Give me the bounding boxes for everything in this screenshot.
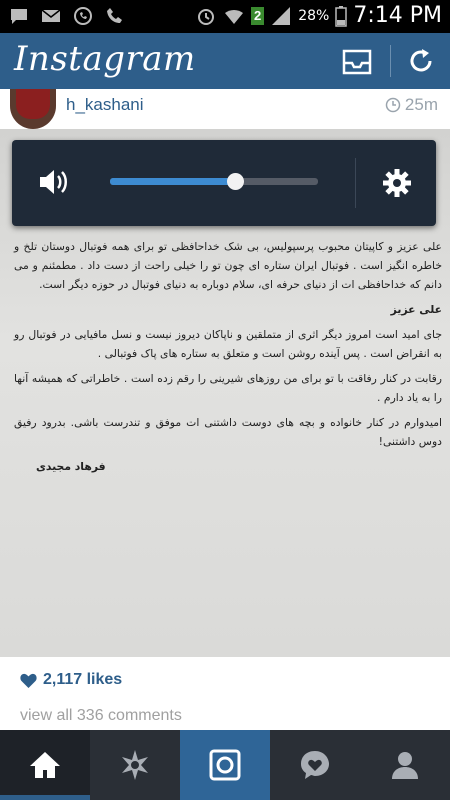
mail-icon xyxy=(41,9,61,22)
view-comments-link[interactable]: view all 336 comments xyxy=(20,707,182,725)
volume-slider-thumb[interactable] xyxy=(226,173,244,190)
post-username[interactable]: h_kashani xyxy=(66,95,144,115)
letter-signature: فرهاد مجیدی xyxy=(36,460,106,473)
nav-camera[interactable] xyxy=(180,730,270,800)
signal-icon xyxy=(272,6,291,25)
letter-paragraph: علی عزیز و کاپیتان محبوب پرسپولیس، بی شک… xyxy=(14,240,442,291)
whatsapp-icon xyxy=(74,7,92,25)
wifi-icon xyxy=(224,9,243,24)
notification-icons xyxy=(8,5,126,27)
letter-paragraph: جای امید است امروز دیگر اثری از متملقین … xyxy=(14,328,442,360)
home-icon xyxy=(30,752,60,778)
letter-heading: علی عزیز xyxy=(390,303,442,316)
volume-slider-fill xyxy=(110,178,235,185)
nav-explore[interactable] xyxy=(90,730,180,800)
clock-time: 7:14 PM xyxy=(353,3,442,28)
battery-percent: 28% xyxy=(298,7,330,24)
refresh-icon[interactable] xyxy=(404,45,438,77)
volume-divider xyxy=(355,158,356,208)
alarm-icon xyxy=(197,8,214,25)
header-divider xyxy=(390,45,391,77)
phone-icon xyxy=(107,8,122,23)
camera-icon xyxy=(209,749,241,781)
app-logo-title: Instagram xyxy=(14,39,196,79)
time-ago: 25m xyxy=(404,95,438,114)
volume-panel xyxy=(12,140,436,226)
likes-row[interactable]: 2,117 likes xyxy=(20,671,122,689)
letter-text: علی عزیز و کاپیتان محبوب پرسپولیس، بی شک… xyxy=(14,237,442,482)
explore-icon xyxy=(122,750,148,780)
system-icons: 2 28% 7:14 PM xyxy=(195,3,442,28)
post-header: h_kashani 25m xyxy=(0,89,450,129)
avatar-image xyxy=(16,89,50,119)
letter-paragraph: امیدوارم در کنار خانواده و بچه های دوست … xyxy=(14,416,442,448)
status-bar: 2 28% 7:14 PM xyxy=(0,0,450,33)
nav-activity[interactable] xyxy=(270,730,360,800)
gear-icon[interactable] xyxy=(382,168,412,198)
clock-icon xyxy=(385,97,401,113)
nav-profile[interactable] xyxy=(360,730,450,800)
battery-icon xyxy=(335,5,348,27)
chat-icon xyxy=(11,9,27,24)
bottom-nav xyxy=(0,730,450,800)
volume-slider[interactable] xyxy=(110,173,318,190)
speaker-icon[interactable] xyxy=(38,168,70,196)
avatar[interactable] xyxy=(10,89,56,129)
sim-badge: 2 xyxy=(250,6,265,25)
heart-icon xyxy=(20,673,37,688)
activity-icon xyxy=(301,751,329,779)
nav-home[interactable] xyxy=(0,730,90,800)
likes-count: 2,117 likes xyxy=(43,671,123,688)
letter-paragraph: رقابت در کنار رفاقت با تو برای من روزهای… xyxy=(14,372,442,404)
inbox-icon[interactable] xyxy=(340,45,374,77)
profile-icon xyxy=(392,752,418,779)
post-timestamp: 25m xyxy=(385,95,438,115)
app-header: Instagram xyxy=(0,33,450,89)
